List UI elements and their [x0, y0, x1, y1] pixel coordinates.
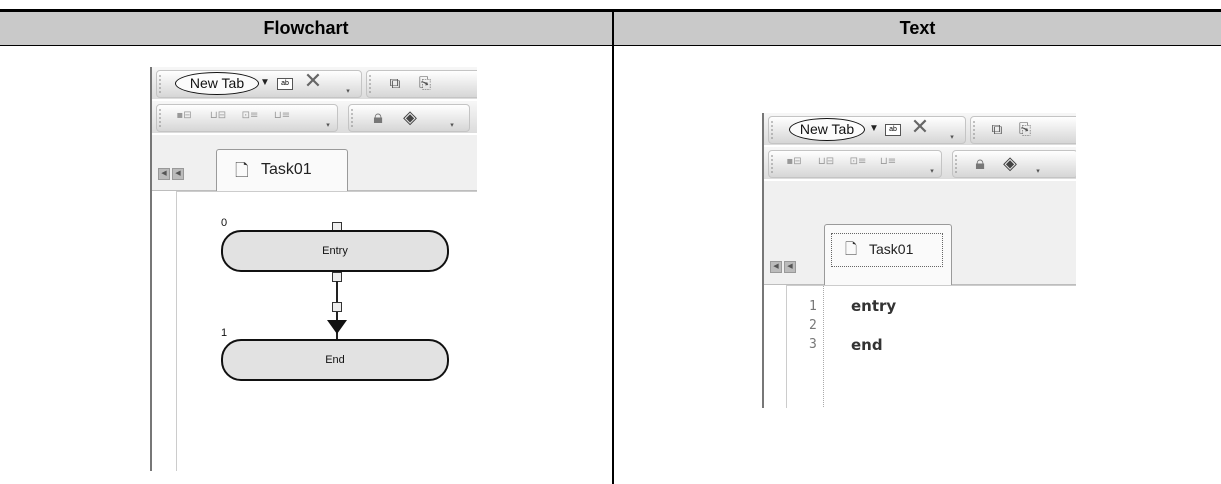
toolbar-overflow-icon[interactable]: ▾	[1033, 168, 1043, 176]
toolbar-grip[interactable]	[973, 120, 975, 140]
toolbar-overflow-icon[interactable]: ▾	[447, 122, 457, 130]
table-header: Flowchart Text	[0, 12, 1221, 46]
file-toolbar-group: ⧉ ⎘	[366, 70, 477, 98]
flowchart-canvas[interactable]: 0 Entry 1 End	[176, 191, 477, 471]
insert-end-icon[interactable]: ⊔≡	[875, 156, 901, 167]
line-number: 3	[809, 337, 817, 352]
close-tab-icon[interactable]: ✕	[302, 70, 324, 94]
lock-icon[interactable]: 🔒︎	[367, 107, 389, 128]
document-icon: 🗋︎	[845, 240, 858, 258]
code-line[interactable]: end	[851, 336, 883, 354]
node-number: 1	[221, 327, 228, 339]
scroll-left-first-icon[interactable]: ◀	[158, 168, 170, 180]
tab-task01[interactable]: 🗋︎ Task01	[216, 149, 348, 191]
insert-branch-icon[interactable]: ⊔⊟	[205, 110, 231, 121]
node-number: 0	[221, 217, 228, 229]
file-toolbar-group: ⧉ ⎘	[970, 116, 1076, 144]
line-number-gutter: 1 2 3	[787, 286, 824, 408]
tab-label: Task01	[869, 241, 914, 257]
scroll-left-icon[interactable]: ◀	[784, 261, 796, 273]
export-icon[interactable]: ⎘	[415, 74, 435, 92]
insert-loop-icon[interactable]: ⊡≡	[845, 156, 871, 167]
toolbar-row-1: New Tab ▼ ab ✕ ▾ ⧉ ⎘	[152, 67, 477, 99]
dropdown-arrow-icon[interactable]: ▼	[869, 123, 879, 134]
connector-midpoint[interactable]	[332, 302, 342, 312]
build-toolbar-group: 🔒︎ ◈ ▾	[348, 104, 470, 132]
compile-icon[interactable]: ◈	[399, 107, 421, 128]
tab-task01[interactable]: 🗋︎ Task01	[824, 224, 952, 285]
tab-strip: ◀ ◀ 🗋︎ Task01	[764, 181, 1076, 285]
new-tab-button[interactable]: New Tab	[789, 118, 865, 141]
toolbar-grip[interactable]	[955, 154, 957, 174]
new-tab-button[interactable]: New Tab	[175, 72, 259, 95]
toolbar-grip[interactable]	[159, 108, 161, 128]
tab-toolbar-group: New Tab ▼ ab ✕ ▾	[768, 116, 966, 144]
text-screenshot: New Tab ▼ ab ✕ ▾ ⧉ ⎘ ▪⊟ ⊔⊟ ⊡≡ ⊔≡ ▾ 🔒︎ ◈ …	[762, 113, 1076, 408]
toolbar-overflow-icon[interactable]: ▾	[947, 134, 957, 142]
insert-step-icon[interactable]: ▪⊟	[781, 156, 807, 167]
code-editor[interactable]: 1 2 3 entry end	[786, 285, 1076, 408]
toolbar-overflow-icon[interactable]: ▾	[343, 88, 353, 96]
scroll-left-first-icon[interactable]: ◀	[770, 261, 782, 273]
column-divider	[612, 12, 614, 484]
toolbar-row-2: ▪⊟ ⊔⊟ ⊡≡ ⊔≡ ▾ 🔒︎ ◈ ▾	[152, 101, 477, 133]
insert-branch-icon[interactable]: ⊔⊟	[813, 156, 839, 167]
insert-end-icon[interactable]: ⊔≡	[269, 110, 295, 121]
flowchart-node-end[interactable]: End	[221, 339, 449, 381]
document-icon: 🗋︎	[235, 161, 249, 181]
header-flowchart: Flowchart	[263, 18, 349, 38]
insert-loop-icon[interactable]: ⊡≡	[237, 110, 263, 121]
copy-icon[interactable]: ⧉	[987, 120, 1007, 138]
toolbar-grip[interactable]	[351, 108, 353, 128]
connector-arrowhead	[327, 320, 347, 334]
tab-strip: ◀ ◀ 🗋︎ Task01	[152, 135, 477, 191]
comparison-table: Flowchart Text New Tab ▼ ab ✕ ▾ ⧉ ⎘ ▪⊟ ⊔…	[0, 0, 1221, 484]
dropdown-arrow-icon[interactable]: ▼	[260, 77, 270, 88]
header-text: Text	[899, 18, 936, 38]
build-toolbar-group: 🔒︎ ◈ ▾	[952, 150, 1076, 178]
compile-icon[interactable]: ◈	[999, 153, 1021, 174]
flowchart-node-entry[interactable]: Entry	[221, 230, 449, 272]
lock-icon[interactable]: 🔒︎	[969, 153, 991, 174]
toolbar-grip[interactable]	[369, 74, 371, 94]
scroll-left-icon[interactable]: ◀	[172, 168, 184, 180]
insert-toolbar-group: ▪⊟ ⊔⊟ ⊡≡ ⊔≡ ▾	[768, 150, 942, 178]
export-icon[interactable]: ⎘	[1015, 120, 1035, 138]
rename-tab-icon[interactable]: ab	[885, 124, 901, 136]
flowchart-screenshot: New Tab ▼ ab ✕ ▾ ⧉ ⎘ ▪⊟ ⊔⊟ ⊡≡ ⊔≡ ▾ 🔒︎ ◈ …	[150, 67, 477, 471]
toolbar-overflow-icon[interactable]: ▾	[927, 168, 937, 176]
code-line[interactable]: entry	[851, 297, 896, 315]
toolbar-grip[interactable]	[771, 120, 773, 140]
close-tab-icon[interactable]: ✕	[909, 116, 931, 140]
toolbar-grip[interactable]	[771, 154, 773, 174]
toolbar-grip[interactable]	[159, 74, 161, 94]
toolbar-overflow-icon[interactable]: ▾	[323, 122, 333, 130]
insert-toolbar-group: ▪⊟ ⊔⊟ ⊡≡ ⊔≡ ▾	[156, 104, 338, 132]
line-number: 2	[809, 318, 817, 333]
rename-tab-icon[interactable]: ab	[277, 78, 293, 90]
copy-icon[interactable]: ⧉	[385, 74, 405, 92]
line-number: 1	[809, 299, 817, 314]
toolbar-row-2: ▪⊟ ⊔⊟ ⊡≡ ⊔≡ ▾ 🔒︎ ◈ ▾	[764, 147, 1076, 179]
tab-toolbar-group: New Tab ▼ ab ✕ ▾	[156, 70, 362, 98]
toolbar-row-1: New Tab ▼ ab ✕ ▾ ⧉ ⎘	[764, 113, 1076, 145]
insert-step-icon[interactable]: ▪⊟	[171, 110, 197, 121]
tab-label: Task01	[261, 161, 312, 178]
